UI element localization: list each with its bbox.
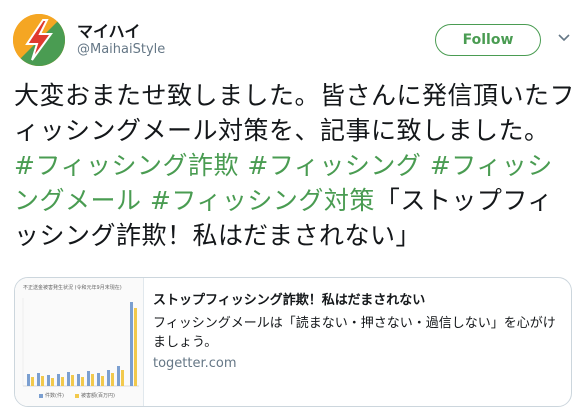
card-description: フィッシングメールは「読まない・押さない・過信しない」を心がけましょう。: [153, 316, 556, 350]
link-card[interactable]: 不正送金被害発生状況 (令和元年9月末現在) 件数(件) 被害額(百万円) スト…: [14, 277, 572, 407]
display-name[interactable]: マイハイ: [77, 18, 140, 42]
card-body: ストップフィッシング詐欺！私はだまされない フィッシングメールは「読まない・押さ…: [153, 292, 563, 371]
avatar[interactable]: [13, 14, 65, 66]
thumbnail-title: 不正送金被害発生状況 (令和元年9月末現在): [23, 285, 122, 291]
follow-button[interactable]: Follow: [435, 24, 541, 56]
hashtag-link[interactable]: #フィッシング対策: [150, 186, 375, 215]
card-title: ストップフィッシング詐欺！私はだまされない: [153, 293, 426, 308]
thumbnail-legend-b: 被害額(百万円): [81, 393, 115, 399]
hashtag-link[interactable]: #フィッシング: [247, 151, 421, 180]
thumbnail-legend-a: 件数(件): [45, 393, 64, 399]
hashtag-link[interactable]: #フィッシング詐欺: [14, 151, 239, 180]
tweet-text: 大変おまたせ致しました。皆さんに発信頂いたフィッシングメール対策を、記事に致しま…: [14, 78, 576, 253]
chevron-down-icon[interactable]: [556, 30, 572, 46]
card-thumbnail: 不正送金被害発生状況 (令和元年9月末現在) 件数(件) 被害額(百万円): [15, 278, 144, 406]
lightning-bolt-logo-icon: [13, 14, 65, 66]
tweet-body: 大変おまたせ致しました。皆さんに発信頂いたフィッシングメール対策を、記事に致しま…: [14, 81, 576, 145]
card-domain: togetter.com: [153, 356, 237, 371]
thumbnail-chart-image: [22, 298, 139, 398]
user-handle[interactable]: @MaihaiStyle: [77, 42, 165, 57]
